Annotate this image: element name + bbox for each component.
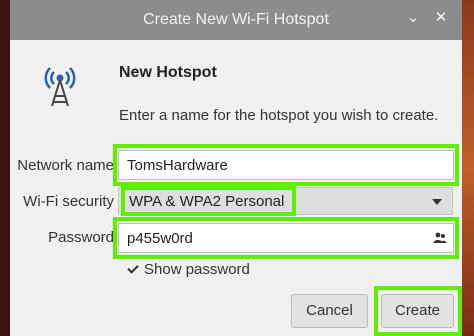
show-password-label: Show password (144, 261, 250, 278)
chevron-down-icon (432, 199, 442, 205)
password-input[interactable]: p455w0rd (118, 223, 454, 253)
dialog-heading: New Hotspot (119, 64, 217, 81)
create-button[interactable]: Create (381, 294, 454, 328)
wifi-security-value: WPA & WPA2 Personal (129, 193, 285, 210)
cancel-button[interactable]: Cancel (291, 294, 368, 328)
checkmark-icon[interactable] (127, 263, 140, 276)
show-password-checkbox[interactable]: Show password (127, 261, 250, 278)
password-value: p455w0rd (127, 230, 193, 247)
wifi-security-select[interactable]: WPA & WPA2 Personal (118, 187, 453, 215)
minimize-icon[interactable]: ⌄ (403, 8, 423, 28)
wifi-tower-icon (44, 67, 76, 107)
people-icon[interactable] (433, 231, 447, 245)
window-titlebar[interactable]: Create New Wi-Fi Hotspot ⌄ ✕ (10, 0, 462, 40)
close-icon[interactable]: ✕ (431, 8, 451, 28)
dialog-description: Enter a name for the hotspot you wish to… (119, 107, 439, 124)
hotspot-dialog: New Hotspot Enter a name for the hotspot… (10, 40, 462, 336)
desktop-background-left (0, 0, 10, 336)
network-name-label: Network name (17, 157, 114, 174)
window-title: Create New Wi-Fi Hotspot (143, 11, 329, 28)
desktop-background-right (462, 0, 474, 336)
network-name-value: TomsHardware (127, 157, 228, 174)
network-name-input[interactable]: TomsHardware (118, 150, 454, 180)
wifi-security-label: Wi-Fi security (23, 193, 114, 210)
password-label: Password (48, 229, 114, 246)
